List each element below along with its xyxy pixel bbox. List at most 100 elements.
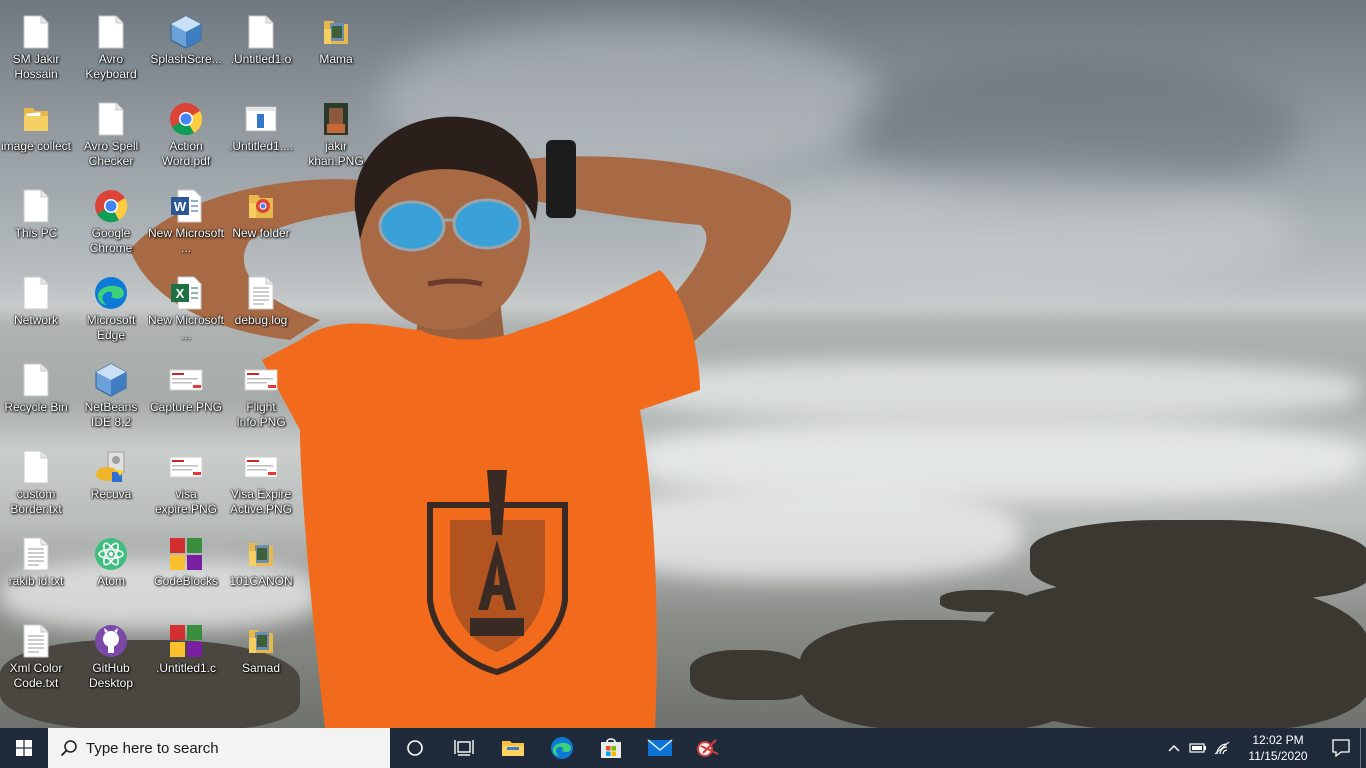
show-hidden-icons-button[interactable]	[1162, 728, 1186, 768]
desktop-icon[interactable]: Microsoft Edge	[74, 269, 148, 353]
mail-button[interactable]	[635, 728, 684, 768]
desktop-icon-label: SM Jakir Hossain	[12, 52, 60, 81]
file-explorer-icon	[501, 741, 524, 756]
mail-icon	[646, 739, 673, 756]
desktop-icon[interactable]: image collect	[0, 95, 73, 179]
desktop-icon[interactable]: GitHub Desktop	[74, 617, 148, 701]
desktop-icon[interactable]: Samad	[224, 617, 298, 701]
desktop-icon[interactable]: jakir khan.PNG	[299, 95, 373, 179]
desktop-icon[interactable]: Recuva	[74, 443, 148, 527]
desktop-icon[interactable]: Recycle Bin	[0, 356, 73, 440]
desktop-icon[interactable]: visa expire.PNG	[149, 443, 223, 527]
desktop-icon-label: .Untitled1....	[228, 139, 294, 153]
microsoft-store-button[interactable]	[586, 728, 635, 768]
desktop-icon-label: Capture.PNG	[149, 400, 223, 414]
file-explorer-button[interactable]	[488, 728, 537, 768]
desktop-icon[interactable]: custom Border.txt	[0, 443, 73, 527]
screenshot-thumbnail-icon	[243, 362, 279, 398]
blank-file-icon	[18, 188, 54, 224]
word-doc-icon: W	[168, 188, 204, 224]
desktop-icon[interactable]: debug.log	[224, 269, 298, 353]
blank-file-icon	[18, 362, 54, 398]
desktop-icon[interactable]: Google Chrome	[74, 182, 148, 266]
desktop-icon[interactable]: CodeBlocks	[149, 530, 223, 614]
folder-icon	[18, 101, 54, 137]
snipping-tool-icon	[696, 739, 718, 757]
desktop-icon[interactable]: Flight Info.PNG	[224, 356, 298, 440]
desktop-icon[interactable]: Visa Expire Active.PNG	[224, 443, 298, 527]
desktop-icon-label: visa expire.PNG	[154, 487, 218, 516]
desktop-icon-label: Avro Spell Checker	[83, 139, 139, 168]
screenshot-thumbnail-icon	[168, 362, 204, 398]
desktop-icon[interactable]: NetBeans IDE 8.2	[74, 356, 148, 440]
desktop-icon-label: This PC	[14, 226, 58, 240]
desktop-icon[interactable]: SM Jakir Hossain	[0, 8, 73, 92]
text-file-icon	[243, 275, 279, 311]
snipping-tool-button[interactable]	[684, 728, 733, 768]
desktop-icon[interactable]: Atom	[74, 530, 148, 614]
desktop-icon-label: image collect	[0, 139, 72, 153]
desktop-icon[interactable]: This PC	[0, 182, 73, 266]
desktop-icon[interactable]: Mama	[299, 8, 373, 92]
desktop-icon-label: Recuva	[90, 487, 132, 501]
desktop-icon[interactable]: .Untitled1.c	[149, 617, 223, 701]
windows-logo-icon	[16, 740, 32, 756]
screenshot-thumbnail-icon	[243, 449, 279, 485]
codeblocks-icon	[168, 536, 204, 572]
blank-file-icon	[243, 14, 279, 50]
desktop-icon-label: Mama	[319, 52, 353, 66]
notification-icon	[1332, 739, 1350, 757]
taskbar-search-box[interactable]: Type here to search	[48, 728, 390, 768]
action-center-button[interactable]	[1322, 728, 1360, 768]
folder-photo-icon	[243, 623, 279, 659]
desktop-icon[interactable]: rakib id.txt	[0, 530, 73, 614]
desktop-icon-label: SplashScre...	[150, 52, 222, 66]
taskbar: Type here to search 12:02 PM 11/15/2020	[0, 728, 1366, 768]
desktop-icon[interactable]: .Untitled1....	[224, 95, 298, 179]
desktop-icon[interactable]: W New Microsoft ...	[148, 182, 224, 266]
desktop-icon-label: custom Border.txt	[10, 487, 62, 516]
search-placeholder: Type here to search	[86, 739, 219, 757]
desktop-icon-label: Action Word.pdf	[161, 139, 211, 168]
desktop-icon-label: Atom	[96, 574, 125, 588]
network-button[interactable]	[1210, 728, 1234, 768]
desktop-icon[interactable]: 101CANON	[224, 530, 298, 614]
desktop-icon[interactable]: Capture.PNG	[149, 356, 223, 440]
text-file-icon	[18, 536, 54, 572]
cortana-icon	[406, 740, 423, 756]
desktop-icon-label: New Microsoft ...	[148, 226, 224, 255]
github-icon	[93, 623, 129, 659]
battery-button[interactable]	[1186, 728, 1210, 768]
desktop-icon-label: Avro Keyboard	[85, 52, 137, 81]
search-icon	[60, 740, 77, 757]
show-desktop-button[interactable]	[1360, 728, 1366, 768]
desktop-icon-label: GitHub Desktop	[88, 661, 134, 690]
desktop-icon[interactable]: Avro Spell Checker	[74, 95, 148, 179]
desktop-icon[interactable]: New folder	[224, 182, 298, 266]
task-view-button[interactable]	[439, 728, 488, 768]
svg-text:W: W	[174, 199, 187, 214]
desktop-icon[interactable]: X New Microsoft ...	[148, 269, 224, 353]
desktop-icon[interactable]: .Untitled1.o	[224, 8, 298, 92]
clock-time: 12:02 PM	[1252, 733, 1304, 747]
task-view-icon	[453, 740, 474, 756]
desktop-icon-label: NetBeans IDE 8.2	[84, 400, 138, 429]
folder-chrome-icon	[243, 188, 279, 224]
desktop-icon-label: Flight Info.PNG	[236, 400, 286, 429]
desktop-icon[interactable]: Network	[0, 269, 73, 353]
start-button[interactable]	[0, 728, 48, 768]
desktop-icon-label: .Untitled1.c	[155, 661, 217, 675]
desktop-icon[interactable]: Action Word.pdf	[149, 95, 223, 179]
excel-sheet-icon: X	[168, 275, 204, 311]
desktop-icon-label: Samad	[241, 661, 281, 675]
folder-photo-icon	[318, 14, 354, 50]
desktop-icon[interactable]: Avro Keyboard	[74, 8, 148, 92]
desktop-icon[interactable]: Xml Color Code.txt	[0, 617, 73, 701]
desktop-icon[interactable]: SplashScre...	[149, 8, 223, 92]
netbeans-cube-icon	[93, 362, 129, 398]
system-tray: 12:02 PM 11/15/2020	[1162, 728, 1366, 768]
desktop-icon-label: rakib id.txt	[8, 574, 64, 588]
edge-button[interactable]	[537, 728, 586, 768]
cortana-button[interactable]	[390, 728, 439, 768]
taskbar-clock[interactable]: 12:02 PM 11/15/2020	[1238, 732, 1318, 764]
